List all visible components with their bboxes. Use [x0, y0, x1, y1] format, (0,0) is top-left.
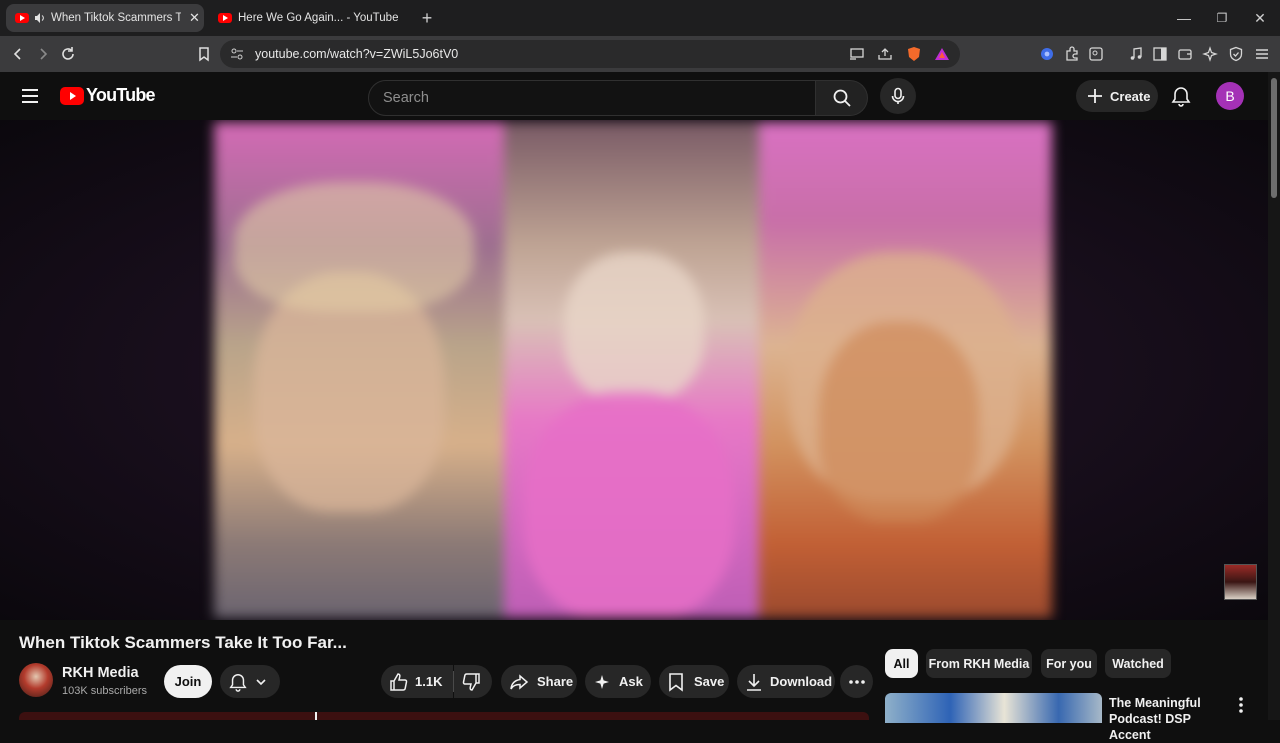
search-input[interactable]: Search [368, 80, 816, 116]
forward-icon[interactable] [30, 41, 56, 67]
tab-title: When Tiktok Scammers Take I [51, 12, 181, 24]
vpn-extension-icon[interactable] [1037, 44, 1057, 64]
leo-ai-icon[interactable] [1200, 44, 1220, 64]
channel-watermark[interactable] [1224, 564, 1257, 600]
recommended-video-title[interactable]: The Meaningful Podcast! DSP Accent [1109, 695, 1229, 743]
browser-toolbar: youtube.com/watch?v=ZWiL5Jo6tV0 [0, 36, 1280, 72]
create-label: Create [1110, 88, 1151, 104]
video-player[interactable] [0, 120, 1268, 620]
browser-tab-active[interactable]: When Tiktok Scammers Take I ✕ [6, 4, 204, 32]
speaker-icon[interactable] [34, 12, 46, 24]
wallet-icon[interactable] [1175, 44, 1195, 64]
share-page-icon[interactable] [875, 44, 895, 64]
youtube-masthead: YouTube Search Create B [0, 72, 1268, 120]
channel-avatar[interactable] [19, 663, 53, 697]
create-button[interactable]: Create [1076, 80, 1158, 112]
guide-menu-icon[interactable] [18, 84, 42, 108]
recommended-video-menu-icon[interactable] [1234, 696, 1248, 714]
like-button[interactable]: 1.1K [381, 665, 453, 698]
close-tab-icon[interactable]: ✕ [189, 10, 200, 26]
new-tab-button[interactable]: + [415, 6, 439, 30]
address-bar[interactable]: youtube.com/watch?v=ZWiL5Jo6tV0 [220, 40, 960, 68]
youtube-logo[interactable]: YouTube [60, 85, 156, 106]
site-settings-icon[interactable] [230, 47, 244, 61]
plus-icon [1088, 89, 1102, 103]
ask-label: Ask [619, 674, 643, 689]
thumbs-up-icon [390, 672, 408, 691]
share-button[interactable]: Share [501, 665, 577, 698]
search-icon [833, 89, 851, 107]
bookmark-save-icon [669, 672, 683, 692]
youtube-logo-icon [60, 86, 84, 105]
youtube-favicon-icon [218, 13, 232, 23]
youtube-logo-text: YouTube [86, 85, 156, 105]
microphone-icon [891, 87, 905, 104]
download-icon [747, 673, 761, 691]
chip-all[interactable]: All [885, 649, 918, 678]
scrollbar-thumb[interactable] [1271, 78, 1277, 198]
subscriber-count: 103K subscribers [62, 685, 147, 697]
sparkle-icon [595, 674, 609, 689]
reader-mode-icon[interactable] [1086, 44, 1106, 64]
video-title: When Tiktok Scammers Take It Too Far... [19, 633, 347, 652]
subscribe-notifications-button[interactable] [220, 665, 280, 698]
video-panel-middle [504, 122, 759, 618]
video-panel-left [214, 122, 504, 618]
cast-icon[interactable] [847, 44, 867, 64]
search-button[interactable] [816, 80, 868, 116]
sidebar-icon[interactable] [1150, 44, 1170, 64]
browser-tab-strip: When Tiktok Scammers Take I ✕ Here We Go… [0, 0, 1280, 36]
brave-shields-icon[interactable] [904, 44, 924, 64]
reload-icon[interactable] [55, 41, 81, 67]
recommended-video-thumbnail[interactable] [885, 693, 1102, 723]
media-icon[interactable] [1126, 44, 1146, 64]
more-actions-button[interactable] [840, 665, 873, 698]
chip-from-channel[interactable]: From RKH Media [926, 649, 1032, 678]
chevron-down-icon [256, 678, 266, 685]
close-window-icon[interactable]: ✕ [1248, 6, 1272, 30]
video-panel-right [759, 122, 1052, 618]
channel-name[interactable]: RKH Media [62, 665, 139, 681]
save-label: Save [694, 674, 725, 689]
extensions-icon[interactable] [1062, 44, 1082, 64]
notifications-bell-icon[interactable] [1170, 85, 1192, 107]
ask-button[interactable]: Ask [585, 665, 651, 698]
page-scrollbar[interactable] [1268, 72, 1280, 720]
video-frame [214, 122, 1052, 618]
voice-search-button[interactable] [880, 78, 916, 114]
account-avatar[interactable]: B [1216, 82, 1244, 110]
bookmark-icon[interactable] [191, 41, 217, 67]
description-area-edge [19, 712, 869, 720]
tab-title: Here We Go Again... - YouTube [238, 12, 399, 24]
back-icon[interactable] [5, 41, 31, 67]
maximize-icon[interactable]: ❐ [1210, 6, 1234, 30]
share-icon [510, 673, 529, 690]
dislike-button[interactable] [454, 665, 492, 698]
chip-watched[interactable]: Watched [1105, 649, 1171, 678]
browser-menu-icon[interactable] [1252, 44, 1272, 64]
url-text: youtube.com/watch?v=ZWiL5Jo6tV0 [255, 47, 459, 61]
share-label: Share [537, 674, 574, 689]
join-button[interactable]: Join [164, 665, 212, 698]
brave-rewards-icon[interactable] [932, 44, 952, 64]
download-label: Download [770, 674, 833, 689]
search-placeholder: Search [383, 90, 429, 106]
youtube-favicon-icon [15, 13, 29, 23]
thumbs-down-icon [462, 672, 480, 691]
save-button[interactable]: Save [659, 665, 729, 698]
browser-tab[interactable]: Here We Go Again... - YouTube [212, 4, 408, 32]
chip-for-you[interactable]: For you [1041, 649, 1097, 678]
more-horizontal-icon [848, 679, 865, 684]
vpn-shield-icon[interactable] [1226, 44, 1246, 64]
minimize-icon[interactable]: — [1172, 6, 1196, 30]
bell-icon [229, 673, 247, 692]
download-button[interactable]: Download [737, 665, 835, 698]
like-count: 1.1K [415, 674, 443, 689]
